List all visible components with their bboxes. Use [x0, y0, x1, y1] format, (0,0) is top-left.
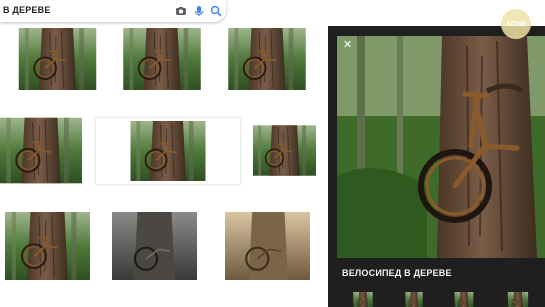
related-image-3[interactable]	[439, 292, 489, 307]
search-bar[interactable]: В ДЕРЕВЕ	[0, 0, 226, 22]
preview-image[interactable]	[337, 36, 545, 258]
close-icon[interactable]: ✕	[343, 40, 352, 51]
related-image-4[interactable]	[491, 292, 545, 307]
result-image-4[interactable]	[0, 114, 82, 187]
related-image-1[interactable]	[337, 292, 389, 307]
result-image-7[interactable]	[0, 212, 95, 280]
result-image-6[interactable]	[253, 114, 316, 187]
related-image-2[interactable]	[391, 292, 437, 307]
watermark-logo: ADME	[501, 9, 531, 39]
result-image-3[interactable]	[213, 28, 321, 90]
preview-panel: ✕ ВЕЛОСИПЕД В ДЕРЕВЕ	[328, 26, 545, 307]
result-image-5[interactable]	[96, 118, 240, 184]
result-image-9[interactable]	[215, 212, 320, 280]
search-icon[interactable]	[209, 4, 223, 18]
camera-icon[interactable]	[174, 4, 188, 18]
preview-title: ВЕЛОСИПЕД В ДЕРЕВЕ	[342, 268, 452, 278]
result-image-1[interactable]	[6, 28, 109, 90]
mic-icon[interactable]	[192, 4, 206, 18]
result-image-2[interactable]	[119, 28, 205, 90]
search-input[interactable]: В ДЕРЕВЕ	[3, 5, 51, 15]
result-image-8[interactable]	[103, 212, 206, 280]
